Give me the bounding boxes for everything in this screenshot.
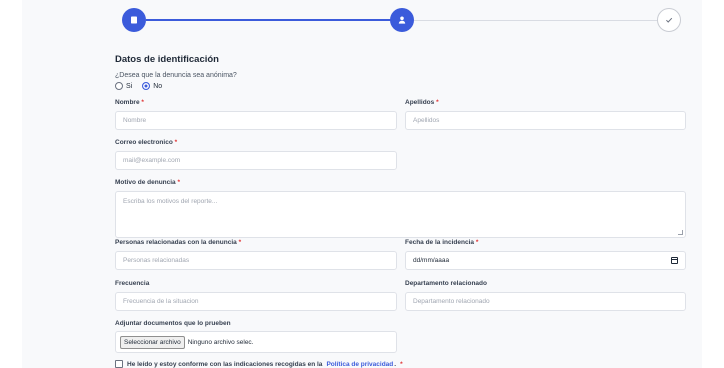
motivo-textarea[interactable]: Escriba los motivos del reporte... [115,191,686,238]
section-title: Datos de identificación [115,54,219,65]
departamento-label: Departamento relacionado [405,280,487,287]
radio-no-label: No [153,82,163,90]
frecuencia-input[interactable]: Frecuencia de la situacion [115,292,397,311]
step-2-user[interactable] [390,8,414,32]
stepper-line-pending [414,20,658,21]
adjuntar-label-text: Adjuntar documentos que lo prueben [115,320,231,327]
consent-suffix: . [394,360,397,368]
correo-input[interactable]: mail@example.com [115,151,397,170]
apellidos-label-text: Apellidos [405,99,435,106]
apellidos-label: Apellidos * [405,99,439,106]
form-page: Datos de identificación ¿Desea que la de… [22,0,702,368]
correo-label-text: Correo electronico [115,139,173,146]
radio-yes-label: Si [126,82,133,90]
departamento-label-text: Departamento relacionado [405,280,487,287]
frecuencia-label: Frecuencia [115,280,149,287]
departamento-input[interactable]: Departamento relacionado [405,292,686,311]
personas-input[interactable]: Personas relacionadas [115,251,397,270]
fecha-value: dd/mm/aaaa [413,257,450,264]
anonymous-radio-group: Si No [115,82,162,90]
privacy-policy-link[interactable]: Política de privacidad [326,361,393,368]
privacy-consent: He leído y estoy conforme con las indica… [115,360,403,368]
motivo-label: Motivo de denuncia * [115,179,180,186]
correo-label: Correo electronico * [115,139,177,146]
resize-handle-icon[interactable] [678,230,683,235]
radio-no[interactable]: No [142,82,162,90]
motivo-label-text: Motivo de denuncia [115,179,176,186]
adjuntar-label: Adjuntar documentos que lo prueben [115,320,231,327]
nombre-label: Nombre * [115,99,144,106]
radio-yes[interactable]: Si [115,82,132,90]
required-marker: * [141,99,144,106]
required-marker: * [436,99,439,106]
required-marker: * [174,139,178,146]
required-marker: * [475,239,479,246]
step-1-document[interactable] [122,8,146,32]
anonymous-question: ¿Desea que la denuncia sea anónima? [115,72,237,79]
required-marker: * [177,179,181,186]
required-marker: * [238,239,242,246]
fecha-label-text: Fecha de la incidencia [405,239,474,246]
apellidos-input[interactable]: Apellidos [405,111,686,130]
motivo-placeholder: Escriba los motivos del reporte... [123,198,218,205]
fecha-date-input[interactable]: dd/mm/aaaa [405,251,686,270]
required-marker: * [400,360,403,368]
file-upload: Seleccionar archivo Ninguno archivo sele… [115,331,397,353]
nombre-label-text: Nombre [115,99,140,106]
user-icon [398,16,406,24]
stepper-line-completed [146,19,392,21]
calendar-icon[interactable] [671,257,678,264]
document-icon [131,16,137,24]
file-status: Ninguno archivo selec. [187,338,254,346]
fecha-label: Fecha de la incidencia * [405,239,478,246]
privacy-checkbox[interactable] [115,360,123,368]
radio-yes-circle[interactable] [115,82,123,90]
frecuencia-label-text: Frecuencia [115,280,150,287]
radio-no-circle[interactable] [142,82,151,90]
personas-label-text: Personas relacionadas con la denuncia [115,239,237,246]
personas-label: Personas relacionadas con la denuncia * [115,239,241,246]
nombre-input[interactable]: Nombre [115,111,397,130]
consent-text: He leído y estoy conforme con las indica… [127,360,323,368]
check-icon [666,17,673,23]
step-3-confirm[interactable] [657,8,681,32]
select-file-button[interactable]: Seleccionar archivo [120,335,185,349]
